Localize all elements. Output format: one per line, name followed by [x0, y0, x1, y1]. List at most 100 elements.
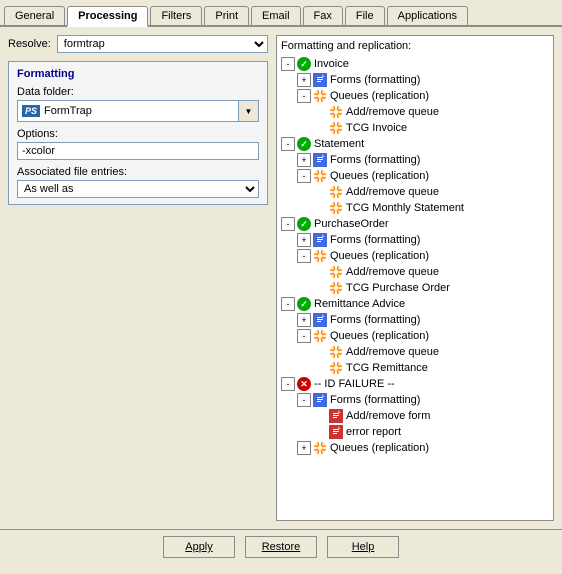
- expand-btn[interactable]: -: [281, 217, 295, 231]
- gear-icon: [329, 281, 343, 295]
- tree-item-label: Add/remove queue: [346, 346, 439, 358]
- tree-item[interactable]: TCG Monthly Statement: [281, 200, 549, 216]
- green-check-icon: [297, 137, 311, 151]
- options-label: Options:: [17, 128, 259, 140]
- form-red-icon: [329, 425, 343, 439]
- tree-item-label: Queues (replication): [330, 330, 429, 342]
- tree-item[interactable]: - Queues (replication): [281, 248, 549, 264]
- tree-item-label: Forms (formatting): [330, 234, 420, 246]
- tree-item[interactable]: TCG Purchase Order: [281, 280, 549, 296]
- tree-item[interactable]: - Forms (formatting): [281, 392, 549, 408]
- tree-item[interactable]: TCG Invoice: [281, 120, 549, 136]
- tree-item[interactable]: - Queues (replication): [281, 328, 549, 344]
- data-folder-dropdown-btn[interactable]: ▼: [239, 100, 259, 122]
- tree-item[interactable]: + Forms (formatting): [281, 312, 549, 328]
- data-folder-value: FormTrap: [44, 105, 92, 117]
- form-blue-icon: [313, 313, 327, 327]
- tree-item[interactable]: Add/remove queue: [281, 344, 549, 360]
- tree-item[interactable]: + Queues (replication): [281, 440, 549, 456]
- assoc-row: As well as: [17, 180, 259, 198]
- expand-btn[interactable]: +: [297, 233, 311, 247]
- data-folder-input[interactable]: PS FormTrap: [17, 100, 239, 122]
- tree-item[interactable]: - Queues (replication): [281, 168, 549, 184]
- expand-btn[interactable]: -: [297, 169, 311, 183]
- tree-item[interactable]: Add/remove queue: [281, 264, 549, 280]
- form-blue-icon: [313, 393, 327, 407]
- tab-email[interactable]: Email: [251, 6, 301, 25]
- tab-processing[interactable]: Processing: [67, 6, 148, 27]
- tree-item-label: TCG Purchase Order: [346, 282, 450, 294]
- tree-item-label: Add/remove queue: [346, 266, 439, 278]
- data-folder-label: Data folder:: [17, 86, 259, 98]
- form-blue-icon: [313, 233, 327, 247]
- tree-item[interactable]: Add/remove form: [281, 408, 549, 424]
- tree-item[interactable]: -PurchaseOrder: [281, 216, 549, 232]
- resolve-label: Resolve:: [8, 38, 51, 50]
- tree-item-label: Statement: [314, 138, 364, 150]
- tree-item-label: Add/remove queue: [346, 186, 439, 198]
- gear-icon: [313, 329, 327, 343]
- data-folder-row: PS FormTrap ▼: [17, 100, 259, 122]
- tree-item[interactable]: error report: [281, 424, 549, 440]
- expand-btn[interactable]: -: [281, 137, 295, 151]
- tree-item[interactable]: Add/remove queue: [281, 184, 549, 200]
- expand-btn[interactable]: -: [281, 377, 295, 391]
- gear-icon: [329, 121, 343, 135]
- expand-btn[interactable]: -: [297, 249, 311, 263]
- bottom-bar: Apply Restore Help: [0, 529, 562, 564]
- expand-btn[interactable]: -: [297, 393, 311, 407]
- tree-item-label: Add/remove form: [346, 410, 430, 422]
- resolve-select[interactable]: formtrap: [57, 35, 268, 53]
- tree-item-label: Queues (replication): [330, 170, 429, 182]
- expand-btn[interactable]: -: [281, 297, 295, 311]
- apply-button[interactable]: Apply: [163, 536, 235, 558]
- expand-btn[interactable]: +: [297, 153, 311, 167]
- tree-item[interactable]: + Forms (formatting): [281, 152, 549, 168]
- tab-print[interactable]: Print: [204, 6, 249, 25]
- tree-item[interactable]: - Queues (replication): [281, 88, 549, 104]
- tree-item[interactable]: + Forms (formatting): [281, 72, 549, 88]
- left-panel: Resolve: formtrap Formatting Data folder…: [8, 35, 268, 521]
- tab-filters[interactable]: Filters: [150, 6, 202, 25]
- tree-item-label: TCG Remittance: [346, 362, 428, 374]
- tree-item-label: error report: [346, 426, 401, 438]
- gear-icon: [329, 201, 343, 215]
- tree-item-label: Remittance Advice: [314, 298, 405, 310]
- help-button[interactable]: Help: [327, 536, 399, 558]
- tab-applications[interactable]: Applications: [387, 6, 468, 25]
- tab-general[interactable]: General: [4, 6, 65, 25]
- dropdown-arrow-icon: ▼: [245, 107, 253, 116]
- assoc-label: Associated file entries:: [17, 166, 259, 178]
- gear-icon: [313, 89, 327, 103]
- tab-fax[interactable]: Fax: [303, 6, 343, 25]
- tree-item[interactable]: - -- ID FAILURE --: [281, 376, 549, 392]
- tree-item-label: Queues (replication): [330, 442, 429, 454]
- formatting-title: Formatting: [17, 68, 259, 80]
- tree-item[interactable]: TCG Remittance: [281, 360, 549, 376]
- restore-button[interactable]: Restore: [245, 536, 317, 558]
- gear-icon: [329, 361, 343, 375]
- tab-file[interactable]: File: [345, 6, 385, 25]
- tree-item[interactable]: + Forms (formatting): [281, 232, 549, 248]
- resolve-row: Resolve: formtrap: [8, 35, 268, 53]
- tree-item[interactable]: -Invoice: [281, 56, 549, 72]
- expand-btn[interactable]: -: [297, 329, 311, 343]
- tree-item[interactable]: - Statement: [281, 136, 549, 152]
- expand-btn[interactable]: +: [297, 441, 311, 455]
- expand-btn[interactable]: +: [297, 313, 311, 327]
- expand-btn[interactable]: +: [297, 73, 311, 87]
- ps-icon: PS: [22, 105, 40, 117]
- main-content: Resolve: formtrap Formatting Data folder…: [0, 27, 562, 529]
- tree-item-label: Queues (replication): [330, 250, 429, 262]
- gear-icon: [313, 249, 327, 263]
- expand-btn[interactable]: -: [281, 57, 295, 71]
- options-input[interactable]: [17, 142, 259, 160]
- gear-icon: [329, 105, 343, 119]
- assoc-select[interactable]: As well as: [17, 180, 259, 198]
- tree-item-label: -- ID FAILURE --: [314, 378, 395, 390]
- tree-item-label: Forms (formatting): [330, 314, 420, 326]
- tree-item[interactable]: - Remittance Advice: [281, 296, 549, 312]
- expand-btn[interactable]: -: [297, 89, 311, 103]
- green-check-icon: [297, 57, 311, 71]
- tree-item[interactable]: Add/remove queue: [281, 104, 549, 120]
